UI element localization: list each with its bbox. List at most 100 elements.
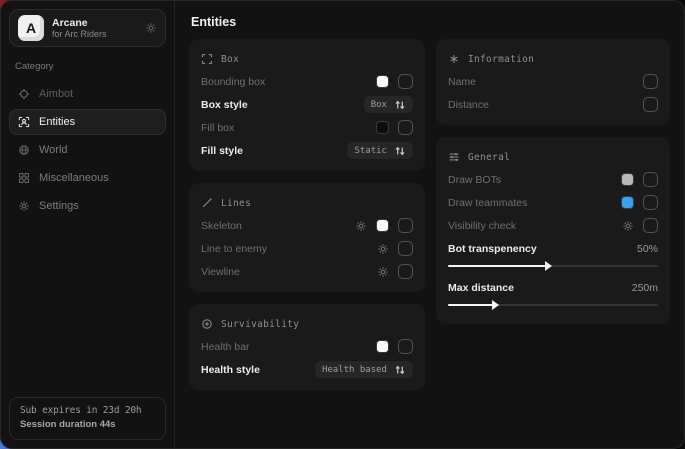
slider-fill	[448, 304, 494, 306]
setting-label: Health style	[201, 364, 315, 376]
information-icon	[448, 53, 460, 65]
gear-icon	[622, 220, 634, 232]
checkbox[interactable]	[398, 264, 413, 279]
sidebar-item-aimbot[interactable]: Aimbot	[9, 81, 166, 107]
checkbox[interactable]	[398, 120, 413, 135]
sidebar-item-label: Entities	[39, 116, 75, 128]
slider-thumb[interactable]	[492, 300, 499, 310]
config-gear-button[interactable]	[622, 220, 634, 232]
category-label: Category	[15, 61, 160, 72]
setting-row-line-to-enemy: Line to enemy	[201, 237, 413, 260]
setting-row-bot-transparency: Bot transpenency 50%	[448, 237, 658, 260]
sidebar-item-entities[interactable]: Entities	[9, 109, 166, 135]
gear-icon	[355, 220, 367, 232]
health-icon	[201, 318, 213, 330]
setting-label: Name	[448, 76, 634, 88]
dropdown-value: Box	[371, 100, 387, 110]
box-style-dropdown[interactable]: Box	[364, 96, 413, 113]
section-title: Survivability	[221, 319, 299, 330]
chevron-updown-icon	[394, 99, 406, 111]
app-header-card: A Arcane for Arc Riders	[9, 9, 166, 47]
checkbox[interactable]	[398, 74, 413, 89]
slider-thumb[interactable]	[545, 261, 552, 271]
section-title: General	[468, 152, 510, 163]
setting-label: Fill box	[201, 122, 367, 134]
bounding-box-icon	[201, 53, 213, 65]
setting-row-draw-bots: Draw BOTs	[448, 168, 658, 191]
setting-row-viewline: Viewline	[201, 260, 413, 283]
setting-label: Box style	[201, 99, 364, 111]
sub-expiry-text: Sub expires in 23d 20h	[20, 404, 155, 418]
color-swatch[interactable]	[376, 340, 389, 353]
setting-label: Fill style	[201, 145, 347, 157]
checkbox[interactable]	[643, 74, 658, 89]
color-swatch[interactable]	[376, 219, 389, 232]
sidebar-item-label: Aimbot	[39, 88, 73, 100]
setting-label: Distance	[448, 99, 634, 111]
gear-icon	[377, 266, 389, 278]
health-style-dropdown[interactable]: Health based	[315, 361, 413, 378]
setting-label: Viewline	[201, 266, 369, 278]
sidebar-item-label: World	[39, 144, 68, 156]
gear-icon[interactable]	[145, 22, 157, 34]
config-gear-button[interactable]	[355, 220, 367, 232]
slider-value: 50%	[637, 243, 658, 255]
app-window: A Arcane for Arc Riders Category Aimbot …	[0, 0, 685, 449]
lines-section-card: Lines Skeleton Line to enemy View	[189, 183, 425, 292]
sidebar: A Arcane for Arc Riders Category Aimbot …	[1, 1, 175, 448]
config-gear-button[interactable]	[377, 266, 389, 278]
app-logo: A	[18, 15, 44, 41]
setting-row-bounding-box: Bounding box	[201, 70, 413, 93]
grid-icon	[18, 172, 30, 184]
session-duration-text: Session duration 44s	[20, 418, 155, 432]
app-name: Arcane	[52, 17, 137, 29]
color-swatch[interactable]	[621, 196, 634, 209]
checkbox[interactable]	[643, 195, 658, 210]
setting-label: Line to enemy	[201, 243, 369, 255]
setting-label: Max distance	[448, 282, 632, 294]
checkbox[interactable]	[643, 172, 658, 187]
sidebar-item-miscellaneous[interactable]: Miscellaneous	[9, 165, 166, 191]
setting-label: Skeleton	[201, 220, 347, 232]
setting-label: Visibility check	[448, 220, 614, 232]
page-title: Entities	[189, 11, 670, 39]
section-title: Box	[221, 54, 239, 65]
setting-row-draw-teammates: Draw teammates	[448, 191, 658, 214]
general-section-card: General Draw BOTs Draw teammates Visibil…	[436, 137, 670, 324]
sidebar-item-settings[interactable]: Settings	[9, 193, 166, 219]
line-icon	[201, 197, 213, 209]
app-subtitle: for Arc Riders	[52, 29, 137, 39]
chevron-updown-icon	[394, 145, 406, 157]
setting-row-name: Name	[448, 70, 658, 93]
max-distance-slider[interactable]	[448, 301, 658, 309]
checkbox[interactable]	[398, 218, 413, 233]
crosshair-icon	[18, 88, 30, 100]
setting-label: Bot transpenency	[448, 243, 637, 255]
checkbox[interactable]	[643, 97, 658, 112]
entities-icon	[18, 116, 30, 128]
checkbox[interactable]	[398, 339, 413, 354]
setting-label: Draw teammates	[448, 197, 612, 209]
fill-style-dropdown[interactable]: Static	[347, 142, 413, 159]
sidebar-item-world[interactable]: World	[9, 137, 166, 163]
dropdown-value: Static	[354, 146, 387, 156]
setting-row-health-bar: Health bar	[201, 335, 413, 358]
box-section-card: Box Bounding box Box style Box	[189, 39, 425, 171]
color-swatch[interactable]	[376, 75, 389, 88]
checkbox[interactable]	[398, 241, 413, 256]
chevron-updown-icon	[394, 364, 406, 376]
gear-icon	[377, 243, 389, 255]
setting-row-fill-box: Fill box	[201, 116, 413, 139]
color-swatch[interactable]	[621, 173, 634, 186]
checkbox[interactable]	[643, 218, 658, 233]
gear-icon	[18, 200, 30, 212]
setting-row-max-distance: Max distance 250m	[448, 276, 658, 299]
config-gear-button[interactable]	[377, 243, 389, 255]
color-swatch[interactable]	[376, 121, 389, 134]
section-title: Information	[468, 54, 534, 65]
setting-label: Draw BOTs	[448, 174, 612, 186]
subscription-info-card: Sub expires in 23d 20h Session duration …	[9, 397, 166, 441]
bot-transparency-slider[interactable]	[448, 262, 658, 270]
slider-value: 250m	[632, 282, 658, 294]
main-panel: Entities Box Bounding box Box s	[175, 1, 684, 448]
